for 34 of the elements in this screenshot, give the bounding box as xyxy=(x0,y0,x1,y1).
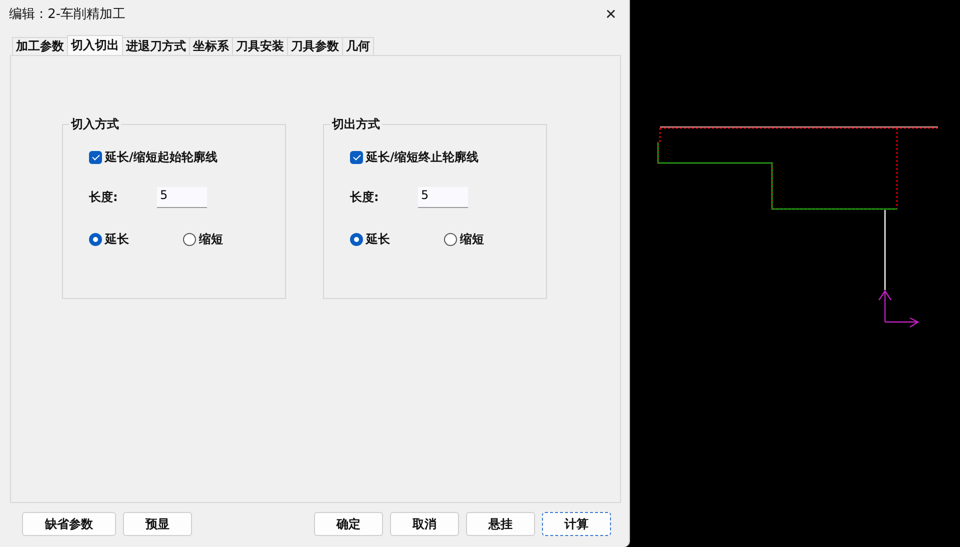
button[interactable]: 取消 xyxy=(390,512,459,536)
checkbox[interactable] xyxy=(350,151,363,164)
tab[interactable]: 加工参数 xyxy=(12,37,68,55)
button[interactable]: 确定 xyxy=(314,512,383,536)
radio-label[interactable]: 缩短 xyxy=(199,231,223,248)
radio-button[interactable] xyxy=(350,233,363,246)
tab[interactable]: 坐标系 xyxy=(189,37,233,55)
checkbox[interactable] xyxy=(89,151,102,164)
radio-label[interactable]: 延长 xyxy=(105,231,129,248)
checkbox-label[interactable]: 延长/缩短终止轮廓线 xyxy=(366,149,478,166)
tab[interactable]: 切入切出 xyxy=(67,35,123,55)
window-title: 编辑 : 2-车削精加工 xyxy=(9,6,126,23)
tab[interactable]: 几何 xyxy=(342,37,374,55)
checkbox-label[interactable]: 延长/缩短起始轮廓线 xyxy=(105,149,218,166)
button[interactable]: 缺省参数 xyxy=(22,512,116,536)
button[interactable]: 计算 xyxy=(542,512,611,536)
length-field[interactable]: 5 xyxy=(157,187,207,208)
radio-label[interactable]: 延长 xyxy=(366,231,390,248)
radio-label[interactable]: 缩短 xyxy=(460,231,484,248)
button[interactable]: 悬挂 xyxy=(466,512,535,536)
radio-button[interactable] xyxy=(444,233,457,246)
group-title: 切入方式 xyxy=(70,116,120,133)
length-label: 长度: xyxy=(350,189,380,206)
radio-button[interactable] xyxy=(89,233,102,246)
tab[interactable]: 刀具安装 xyxy=(232,37,288,55)
close-button[interactable]: ✕ xyxy=(601,4,621,24)
axis-icon xyxy=(878,290,920,328)
group-title: 切出方式 xyxy=(330,116,381,133)
length-field[interactable]: 5 xyxy=(418,187,468,208)
tab[interactable]: 刀具参数 xyxy=(287,37,343,55)
radio-button[interactable] xyxy=(183,233,196,246)
tab[interactable]: 进退刀方式 xyxy=(122,37,190,55)
length-label: 长度: xyxy=(89,189,119,206)
button[interactable]: 预显 xyxy=(123,512,192,536)
